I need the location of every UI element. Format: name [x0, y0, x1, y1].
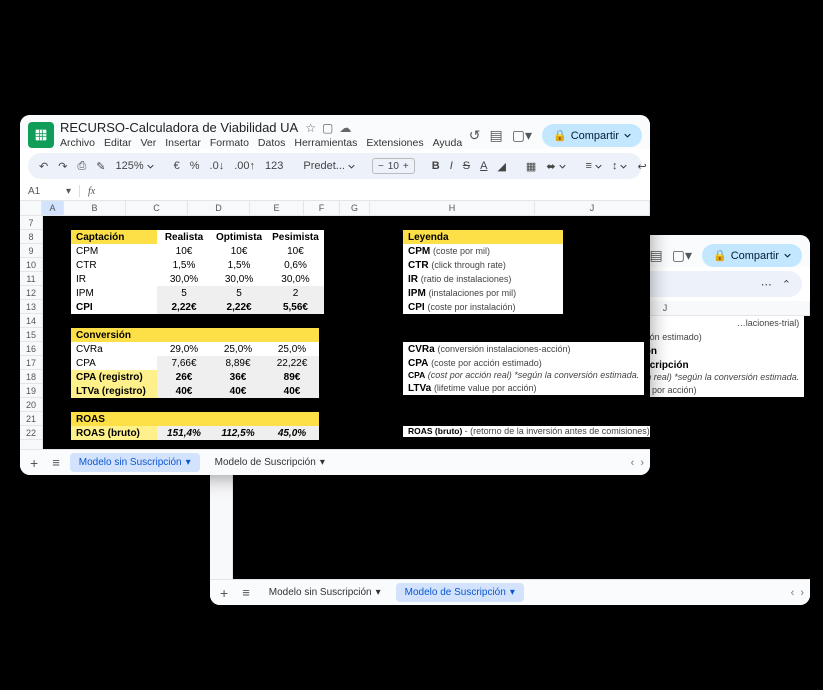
scroll-right-icon[interactable]: ›	[800, 587, 804, 599]
menu-formato[interactable]: Formato	[210, 137, 249, 149]
fx-icon: fx	[88, 186, 95, 197]
captacion-table: Captación Realista Optimista Pesimista C…	[71, 230, 324, 314]
toolbar: ↶ ↷ ⎙ ✎ 125% € % .0↓ .00↑ 123 Predet... …	[28, 153, 642, 179]
scroll-left-icon[interactable]: ‹	[791, 587, 795, 599]
print-icon[interactable]: ⎙	[74, 158, 89, 175]
add-sheet-button[interactable]: +	[216, 585, 232, 601]
doc-title[interactable]: RECURSO-Calculadora de Viabilidad UA	[60, 120, 298, 135]
tab-modelo-sin[interactable]: Modelo sin Suscripción ▾	[70, 453, 200, 472]
menu-ver[interactable]: Ver	[140, 137, 156, 149]
italic-icon[interactable]: I	[447, 158, 456, 174]
chevron-down-icon	[624, 132, 631, 139]
more-icon[interactable]: ⋯	[758, 276, 775, 293]
menu-bar: Archivo Editar Ver Insertar Formato Dato…	[60, 137, 462, 149]
conversion-table: Conversión CVRa29,0%25,0%25,0% CPA7,66€8…	[71, 328, 319, 398]
percent-icon[interactable]: %	[187, 158, 203, 174]
history-icon[interactable]: ↺	[469, 127, 481, 144]
leyenda-roas: ROAS (bruto) - (retorno de la inversión …	[403, 426, 650, 437]
meet-icon[interactable]: ▢▾	[512, 127, 532, 144]
tab-modelo-de[interactable]: Modelo de Suscripción ▾	[396, 583, 524, 602]
halign-icon[interactable]: ≡	[583, 158, 605, 174]
cloud-icon[interactable]: ☁	[339, 121, 351, 135]
zoom-select[interactable]: 125%	[112, 158, 156, 174]
valign-icon[interactable]: ↕	[609, 158, 631, 174]
menu-datos[interactable]: Datos	[258, 137, 285, 149]
sheet-tabs: + ≡ Modelo sin Suscripción ▾ Modelo de S…	[20, 449, 650, 475]
share-button[interactable]: 🔒 Compartir	[542, 124, 642, 147]
row-numbers: 78910 11121314 15161718 19202122	[20, 216, 43, 449]
fill-color-icon[interactable]: ◢	[494, 158, 508, 175]
all-sheets-button[interactable]: ≡	[48, 455, 64, 470]
text-color-icon[interactable]: A	[477, 158, 490, 174]
column-headers: A B C D E F G H J	[20, 201, 650, 216]
roas-table: ROAS ROAS (bruto)151,4%112,5%45,0%	[71, 412, 319, 440]
share-button[interactable]: 🔒 Compartir	[702, 244, 802, 267]
redo-icon[interactable]: ↷	[55, 158, 70, 175]
star-icon[interactable]: ☆	[305, 121, 316, 135]
sheets-logo-icon	[28, 122, 54, 148]
lock-icon: 🔒	[713, 249, 727, 262]
expand-up-icon[interactable]: ⌃	[779, 276, 794, 293]
scroll-right-icon[interactable]: ›	[640, 457, 644, 469]
menu-archivo[interactable]: Archivo	[60, 137, 95, 149]
bold-icon[interactable]: B	[429, 158, 443, 174]
menu-extensiones[interactable]: Extensiones	[366, 137, 423, 149]
sheets-window-front: RECURSO-Calculadora de Viabilidad UA ☆ ▢…	[20, 115, 650, 475]
font-select[interactable]: Predet...	[300, 158, 358, 174]
paint-format-icon[interactable]: ✎	[93, 158, 108, 175]
sheet-canvas[interactable]: Captación Realista Optimista Pesimista C…	[43, 216, 650, 449]
increase-decimal-icon[interactable]: .00↑	[231, 158, 258, 174]
tab-modelo-sin[interactable]: Modelo sin Suscripción ▾	[260, 583, 390, 602]
menu-editar[interactable]: Editar	[104, 137, 131, 149]
strike-icon[interactable]: S	[460, 158, 473, 174]
add-sheet-button[interactable]: +	[26, 455, 42, 471]
font-size-input[interactable]: −10+	[372, 158, 415, 174]
scroll-left-icon[interactable]: ‹	[631, 457, 635, 469]
menu-insertar[interactable]: Insertar	[165, 137, 201, 149]
leyenda-table: Leyenda CPM (coste por mil) CTR (click t…	[403, 230, 563, 314]
all-sheets-button[interactable]: ≡	[238, 585, 254, 600]
meet-icon[interactable]: ▢▾	[672, 247, 692, 264]
comment-icon[interactable]: ▤	[490, 127, 503, 144]
name-box[interactable]: A1	[28, 186, 58, 197]
decrease-decimal-icon[interactable]: .0↓	[207, 158, 228, 174]
tab-modelo-de[interactable]: Modelo de Suscripción ▾	[206, 453, 334, 472]
move-icon[interactable]: ▢	[322, 121, 333, 135]
wrap-icon[interactable]: ↩	[634, 158, 650, 175]
undo-icon[interactable]: ↶	[36, 158, 51, 175]
chevron-down-icon	[784, 252, 791, 259]
currency-icon[interactable]: €	[171, 158, 183, 174]
merge-icon[interactable]: ⬌	[543, 158, 568, 175]
more-formats-icon[interactable]: 123	[262, 158, 286, 174]
borders-icon[interactable]: ▦	[523, 158, 539, 175]
leyenda-table-2: CVRa (conversión instalaciones-acción) C…	[403, 342, 644, 395]
comment-icon[interactable]: ▤	[650, 247, 663, 264]
lock-icon: 🔒	[553, 129, 567, 142]
sheet-tabs: + ≡ Modelo sin Suscripción ▾ Modelo de S…	[210, 579, 810, 605]
titlebar: RECURSO-Calculadora de Viabilidad UA ☆ ▢…	[20, 115, 650, 149]
col-a[interactable]: A	[42, 201, 64, 215]
formula-bar: A1 ▾ fx	[20, 183, 650, 201]
menu-ayuda[interactable]: Ayuda	[433, 137, 463, 149]
menu-herramientas[interactable]: Herramientas	[294, 137, 357, 149]
